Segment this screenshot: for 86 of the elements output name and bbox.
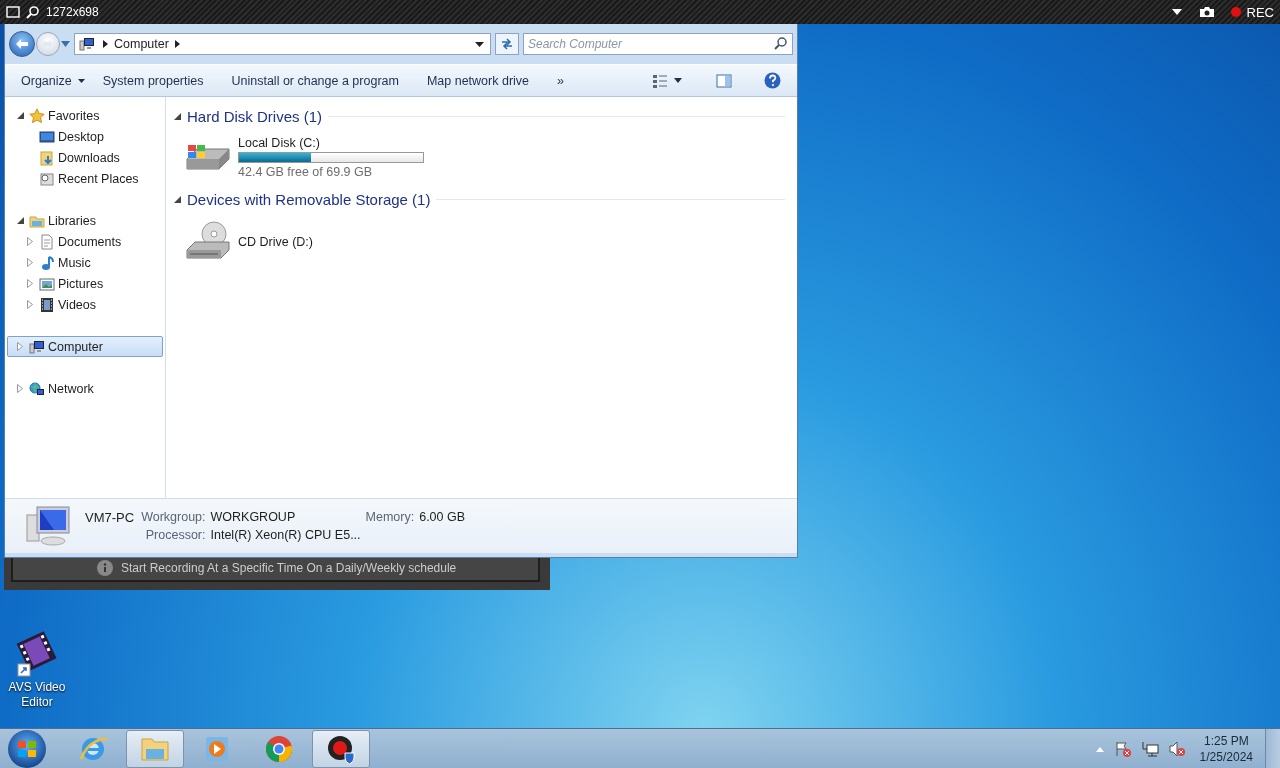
clock-date[interactable]: 1/25/2024	[1199, 748, 1253, 765]
toolbar-button[interactable]: Map network drive	[420, 70, 536, 91]
back-button[interactable]	[9, 31, 35, 57]
nav-item[interactable]: Desktop	[7, 126, 163, 147]
left-arrow-icon	[15, 38, 29, 50]
expanded-triangle-icon[interactable]	[16, 112, 24, 119]
caret-icon[interactable]	[77, 78, 85, 83]
toolbar-button[interactable]: System properties	[96, 70, 210, 91]
windows-logo-icon	[17, 738, 37, 759]
nav-item[interactable]: Documents	[7, 231, 163, 252]
nav-item[interactable]: Favorites	[7, 105, 163, 126]
refresh-icon	[500, 37, 514, 51]
collapsed-triangle-icon[interactable]	[27, 237, 33, 246]
detail-value: Intel(R) Xeon(R) CPU E5...	[210, 528, 361, 542]
drive-name[interactable]: Local Disk (C:)	[238, 135, 424, 150]
detail-value: 6.00 GB	[419, 510, 466, 524]
resolution-label: 1272x698	[46, 5, 99, 19]
pane-icon	[716, 73, 732, 88]
speaker-muted-icon[interactable]	[1167, 739, 1186, 758]
flag-error-icon[interactable]	[1113, 739, 1132, 758]
computer-icon	[29, 338, 45, 355]
picture-icon	[39, 275, 55, 292]
nav-item[interactable]: Network	[7, 378, 163, 399]
nav-item[interactable]: Downloads	[7, 147, 163, 168]
expanded-triangle-icon[interactable]	[174, 112, 181, 120]
crumb-arrow-icon[interactable]	[103, 40, 108, 48]
nav-item[interactable]: Pictures	[7, 273, 163, 294]
collapsed-triangle-icon[interactable]	[17, 342, 23, 351]
help-icon	[764, 72, 781, 89]
search-field[interactable]: Search Computer	[523, 33, 793, 55]
collapsed-triangle-icon[interactable]	[27, 258, 33, 267]
free-space-label: 42.4 GB free of 69.9 GB	[238, 164, 374, 179]
detail-label: Processor:	[144, 528, 206, 542]
network-monitor-icon[interactable]	[1140, 739, 1159, 758]
detail-label: Memory:	[365, 510, 415, 524]
view-list-icon	[652, 73, 668, 88]
right-arrow-icon	[42, 39, 54, 49]
document-icon	[39, 233, 55, 250]
clock-icon	[39, 170, 55, 187]
nav-item[interactable]: Recent Places	[7, 168, 163, 189]
search-icon	[774, 37, 787, 50]
detail-label: Workgroup:	[141, 510, 206, 524]
window-icon	[6, 6, 20, 18]
detail-value: WORKGROUP	[210, 510, 297, 524]
collapsed-triangle-icon[interactable]	[27, 300, 33, 309]
computer-icon	[79, 36, 97, 52]
expanded-triangle-icon[interactable]	[174, 195, 181, 203]
desktop-icon-label[interactable]: AVS Video Editor	[4, 680, 70, 710]
crumb-arrow-icon[interactable]	[174, 40, 180, 48]
toolbar-button[interactable]: Uninstall or change a program	[225, 70, 405, 91]
rec-status: REC	[1246, 4, 1274, 20]
group-header[interactable]: Devices with Removable Storage (1)	[187, 190, 431, 208]
caret-icon[interactable]	[1170, 7, 1183, 17]
camera-icon[interactable]	[1198, 6, 1215, 18]
breadcrumb[interactable]: Computer	[114, 37, 169, 51]
more-button[interactable]: »	[551, 70, 570, 91]
organize-menu[interactable]: Organize	[15, 70, 91, 91]
collapsed-triangle-icon[interactable]	[17, 384, 23, 393]
refresh-button[interactable]	[495, 33, 519, 55]
show-desktop-button[interactable]	[1265, 728, 1280, 768]
film-icon	[39, 296, 55, 313]
folder-icon	[39, 149, 55, 166]
clock-time[interactable]: 1:25 PM	[1203, 732, 1249, 749]
globe-computer-icon	[29, 380, 45, 397]
nav-item[interactable]: Music	[7, 252, 163, 273]
caret-icon	[674, 78, 682, 83]
music-note-icon	[39, 254, 55, 271]
expanded-triangle-icon[interactable]	[16, 217, 24, 224]
start-button[interactable]	[8, 729, 46, 768]
drive-name[interactable]: CD Drive (D:)	[238, 235, 313, 249]
computer-name: VM7-PC	[85, 510, 135, 525]
nav-item[interactable]: Videos	[7, 294, 163, 315]
record-dot-icon	[1230, 7, 1241, 17]
info-icon	[97, 560, 113, 576]
group-header[interactable]: Hard Disk Drives (1)	[187, 107, 322, 125]
caret-icon[interactable]	[475, 41, 484, 47]
nav-item[interactable]: Computer	[7, 336, 163, 357]
nav-item[interactable]: Libraries	[7, 210, 163, 231]
collapsed-triangle-icon[interactable]	[27, 279, 33, 288]
star-icon	[29, 107, 45, 124]
taskbar-app-button[interactable]	[312, 729, 370, 768]
address-bar[interactable]: Computer	[74, 33, 491, 55]
monitor-icon	[39, 128, 55, 145]
computer-icon	[25, 505, 71, 547]
tip-text: Start Recording At a Specific Time On a Daily/Weekly schedule	[121, 561, 457, 575]
search-icon	[26, 5, 40, 19]
